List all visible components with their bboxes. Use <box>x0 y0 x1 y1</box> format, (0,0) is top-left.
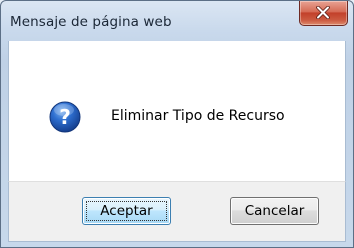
svg-text:?: ? <box>59 105 71 129</box>
cancel-button[interactable]: Cancelar <box>230 197 319 225</box>
dialog-body: ? Eliminar Tipo de Recurso <box>8 41 346 181</box>
dialog-title: Mensaje de página web <box>10 14 172 30</box>
dialog-footer: Aceptar Cancelar <box>8 181 346 242</box>
dialog-message: Eliminar Tipo de Recurso <box>111 108 285 124</box>
close-icon <box>316 6 330 19</box>
accept-button[interactable]: Aceptar <box>82 197 171 225</box>
close-button[interactable] <box>299 1 348 26</box>
message-dialog: Mensaje de página web ? Eliminar Tipo de… <box>0 0 354 248</box>
question-icon: ? <box>49 101 81 133</box>
title-bar[interactable]: Mensaje de página web <box>1 1 353 41</box>
